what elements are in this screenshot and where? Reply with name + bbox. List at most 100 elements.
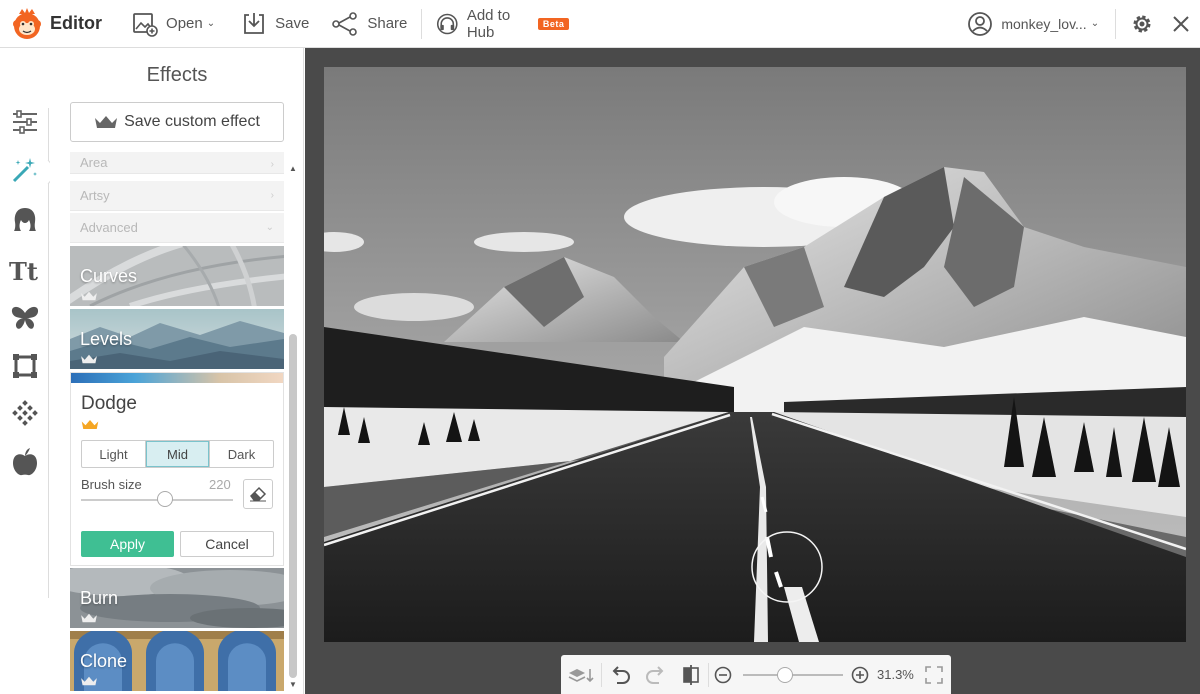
logo[interactable]: Editor [10,7,108,41]
crown-icon [81,291,97,301]
dodge-effect-card: Dodge Light Mid Dark Brush size 220 Appl… [70,372,284,566]
add-to-hub-button[interactable]: Add to Hub Beta [436,0,570,48]
brush-size-label: Brush size [81,477,142,492]
category-advanced[interactable]: Advanced ⌄ [70,213,284,243]
chevron-down-icon: ⌄ [265,222,274,233]
category-area[interactable]: Area › [70,152,284,174]
touch-up-tool[interactable] [9,204,41,236]
frames-tool[interactable] [9,350,41,382]
touch-up-icon [14,208,36,231]
mode-light-button[interactable]: Light [82,441,146,467]
apply-button[interactable]: Apply [81,531,174,557]
crown-icon [81,676,97,686]
save-label: Save [275,15,310,32]
overlays-butterfly-icon [11,306,39,329]
save-custom-label: Save custom effect [124,113,260,130]
category-artsy[interactable]: Artsy › [70,181,284,211]
dodge-title: Dodge [81,393,137,414]
effect-tile-clone[interactable]: Clone [70,631,284,691]
panel-scrollbar[interactable]: ▲ ▼ [287,160,299,694]
category-label: Advanced [80,220,138,235]
open-label: Open [166,15,203,32]
crown-icon [81,354,97,364]
zoom-in-button[interactable] [849,655,871,694]
hub-headphones-icon [437,13,458,34]
crown-icon [81,613,97,623]
effect-tile-levels[interactable]: Levels [70,309,284,369]
tile-label: Burn [80,588,119,608]
scroll-down-icon[interactable]: ▼ [289,680,297,689]
crown-icon [81,420,99,429]
redo-icon [646,665,664,684]
share-button[interactable]: Share [331,0,407,48]
mode-dark-button[interactable]: Dark [210,441,273,467]
zoom-out-icon [714,666,732,683]
save-download-icon [244,12,265,34]
category-label: Artsy [80,188,110,203]
text-icon: Tt [9,257,38,284]
settings-button[interactable] [1130,0,1162,48]
open-image-icon [133,12,158,37]
seasonal-tool[interactable] [9,446,41,478]
textures-icon [12,400,38,426]
crown-icon [95,116,118,128]
panel-title: Effects [146,64,208,86]
compare-icon [683,664,699,685]
layers-icon [568,668,594,682]
brush-size-value: 220 [209,477,231,492]
photo-canvas[interactable] [324,67,1186,642]
layers-button[interactable] [561,655,601,694]
top-bar: Editor Open ⌄ Save Share Add to Hub Beta… [0,0,1200,48]
zoom-out-button[interactable] [709,655,737,694]
eraser-icon [250,486,267,502]
frames-icon [13,354,37,378]
share-label: Share [367,15,408,32]
scrollbar-thumb[interactable] [289,334,297,678]
dodge-thumbnail-strip [71,373,283,383]
close-icon [1173,15,1189,32]
chevron-down-icon: ⌄ [1090,18,1100,29]
open-button[interactable]: Open ⌄ [132,0,215,48]
redo-button[interactable] [638,655,674,694]
chevron-right-icon: › [270,159,274,170]
adjust-tool[interactable] [9,106,41,138]
effects-wand-icon [12,158,37,183]
effect-tile-curves[interactable]: Curves [70,246,284,306]
share-icon [332,11,358,36]
effects-panel: Effects Save custom effect Area › Artsy … [50,48,304,694]
save-custom-effect-button[interactable]: Save custom effect [70,102,284,142]
brush-size-slider-handle[interactable] [156,491,173,507]
eraser-button[interactable] [243,479,273,509]
divider [421,8,423,39]
cancel-button[interactable]: Cancel [180,531,274,557]
monkey-logo-icon [13,7,41,39]
username: monkey_lov... [1001,15,1087,32]
text-tool[interactable]: Tt [9,254,41,286]
compare-button[interactable] [674,655,708,694]
effects-tool[interactable] [9,154,41,186]
zoom-slider[interactable] [743,666,843,683]
chevron-down-icon: ⌄ [206,18,216,29]
close-button[interactable] [1170,0,1200,48]
zoom-level: 31.3% [877,667,914,682]
scroll-up-icon[interactable]: ▲ [289,164,297,173]
gear-icon [1133,15,1151,32]
effect-tile-burn[interactable]: Burn [70,568,284,628]
mode-mid-button[interactable]: Mid [146,441,210,467]
fullscreen-button[interactable] [922,655,946,694]
category-label: Area [80,155,108,170]
save-button[interactable]: Save [241,0,309,48]
tile-label: Levels [80,329,133,349]
overlays-tool[interactable] [9,302,41,334]
undo-button[interactable] [602,655,638,694]
tile-label: Curves [80,266,138,286]
zoom-in-icon [851,666,869,683]
canvas-workspace: 31.3% [305,48,1200,694]
zoom-slider-handle[interactable] [777,666,793,683]
undo-icon [612,665,630,684]
tool-rail: Tt [0,48,59,694]
user-menu[interactable]: monkey_lov... ⌄ [967,0,1099,48]
textures-tool[interactable] [9,398,41,430]
beta-badge: Beta [537,17,570,30]
canvas-toolbar: 31.3% [561,655,951,694]
